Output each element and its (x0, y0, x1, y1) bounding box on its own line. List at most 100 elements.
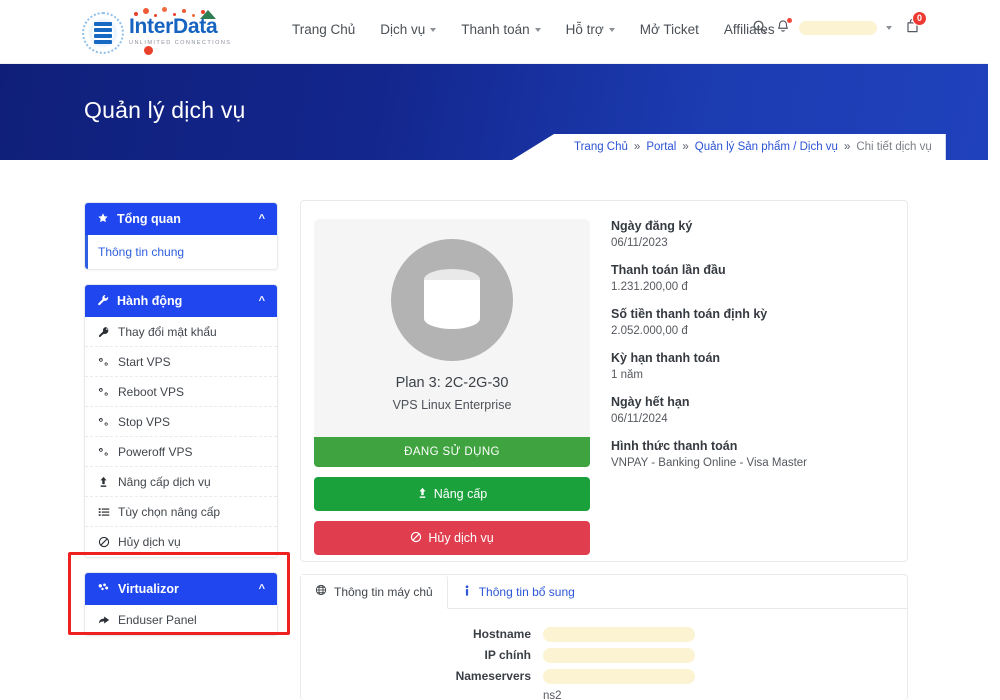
sidebar-section-title: Hành động (117, 294, 183, 308)
sidebar-item-poweroff-vps[interactable]: Poweroff VPS (85, 437, 277, 467)
nav-label: Dịch vụ (380, 22, 426, 37)
sidebar-section-virtualizor-header[interactable]: Virtualizor ^ (85, 573, 277, 605)
breadcrumb-item-products[interactable]: Quản lý Sản phẩm / Dịch vụ (695, 141, 838, 153)
nameserver-primary (543, 669, 695, 687)
product-image-box: Plan 3: 2C-2G-30 VPS Linux Enterprise (314, 219, 590, 437)
detail-value-expiry-date: 06/11/2024 (611, 413, 668, 425)
sidebar-item-label: Poweroff VPS (118, 444, 193, 459)
sidebar-item-start-vps[interactable]: Start VPS (85, 347, 277, 377)
sidebar-item-upgrade-options[interactable]: Tùy chọn nâng cấp (85, 497, 277, 527)
logo-dot-icon (144, 46, 153, 55)
detail-value-first-payment: 1.231.200,00 đ (611, 281, 688, 293)
detail-label-first-payment: Thanh toán lần đầu (611, 263, 726, 277)
detail-value-recurring-amount: 2.052.000,00 đ (611, 325, 688, 337)
chevron-down-icon (608, 27, 615, 32)
server-info-card: Thông tin máy chủ Thông tin bổ sung Host… (300, 574, 908, 700)
sidebar-item-enduser-panel[interactable]: Enduser Panel (85, 605, 277, 635)
product-summary: Plan 3: 2C-2G-30 VPS Linux Enterprise ĐA… (314, 219, 590, 555)
chevron-up-icon[interactable]: ^ (259, 295, 265, 307)
chevron-up-icon[interactable]: ^ (259, 583, 265, 595)
wrench-icon (97, 294, 109, 309)
server-info-fields: Hostname IP chính Nameservers ns2 (301, 609, 907, 700)
detail-label-billing-cycle: Kỳ hạn thanh toán (611, 351, 721, 365)
cancel-button-label: Hủy dịch vụ (428, 531, 494, 545)
status-badge: ĐANG SỬ DỤNG (314, 437, 590, 467)
key-icon (97, 326, 110, 338)
sidebar-item-label: Thay đổi mật khẩu (118, 324, 217, 339)
breadcrumb: Trang Chủ » Portal » Quản lý Sản phẩm / … (512, 134, 946, 160)
sidebar-item-upgrade-service[interactable]: Nâng cấp dịch vụ (85, 467, 277, 497)
top-navigation-bar: InterData UNLIMITED CONNECTIONS Trang Ch… (0, 0, 988, 64)
share-icon (97, 614, 110, 626)
breadcrumb-item-home[interactable]: Trang Chủ (574, 141, 628, 153)
nav-item-home[interactable]: Trang Chủ (292, 22, 355, 37)
breadcrumb-separator: » (682, 141, 689, 153)
cogs-icon (97, 386, 110, 398)
sidebar-item-label: Tùy chọn nâng cấp (118, 504, 221, 519)
field-value-hostname (543, 627, 695, 645)
sidebar-item-reboot-vps[interactable]: Reboot VPS (85, 377, 277, 407)
tab-additional-info[interactable]: Thông tin bổ sung (448, 575, 589, 609)
tab-label: Thông tin bổ sung (478, 585, 575, 599)
tab-label: Thông tin máy chủ (334, 584, 433, 599)
nav-label: Trang Chủ (292, 22, 356, 37)
cogs-icon (97, 416, 110, 428)
sidebar-item-general-info[interactable]: Thông tin chung (85, 235, 277, 269)
database-icon (391, 239, 513, 361)
sidebar-item-label: Thông tin chung (98, 245, 185, 259)
sidebar-section-actions-header[interactable]: Hành động ^ (85, 285, 277, 317)
chevron-down-icon (534, 27, 541, 32)
nav-label: Hỗ trợ (565, 22, 604, 37)
product-line-name: VPS Linux Enterprise (392, 398, 512, 412)
bell-icon[interactable] (776, 17, 792, 38)
site-logo[interactable]: InterData UNLIMITED CONNECTIONS (82, 7, 232, 56)
detail-label-expiry-date: Ngày hết hạn (611, 395, 690, 409)
upgrade-button[interactable]: Nâng cấp (314, 477, 590, 511)
cart-icon[interactable]: 0 (905, 11, 927, 38)
nav-item-open-ticket[interactable]: Mở Ticket (640, 22, 699, 37)
field-label-hostname: Hostname (472, 627, 531, 641)
sidebar-section-overview-body: Thông tin chung (85, 235, 277, 269)
sidebar-item-label: Stop VPS (118, 414, 171, 429)
main-menu: Trang Chủ Dịch vụ Thanh toán Hỗ trợ Mở T… (292, 22, 775, 37)
logo-tagline: UNLIMITED CONNECTIONS (129, 40, 232, 46)
nav-label: Thanh toán (461, 22, 530, 37)
page-title: Quản lý dịch vụ (84, 97, 246, 123)
detail-label-recurring-amount: Số tiền thanh toán định kỳ (611, 307, 768, 321)
nameserver-secondary: ns2 (543, 690, 562, 700)
sidebar-item-label: Start VPS (118, 354, 171, 369)
breadcrumb-item-portal[interactable]: Portal (646, 141, 676, 153)
sidebar-item-label: Reboot VPS (118, 384, 185, 399)
field-value-main-ip (543, 648, 695, 666)
tab-bar: Thông tin máy chủ Thông tin bổ sung (301, 575, 907, 609)
service-sidebar: Tổng quan ^ Thông tin chung Hành động ^ (84, 202, 278, 650)
arrow-up-icon (97, 476, 110, 488)
nav-item-support[interactable]: Hỗ trợ (566, 22, 615, 37)
nav-item-services[interactable]: Dịch vụ (380, 22, 437, 37)
chevron-down-icon[interactable] (886, 26, 892, 30)
logo-server-icon (82, 12, 124, 54)
page-root: InterData UNLIMITED CONNECTIONS Trang Ch… (0, 0, 1000, 700)
ban-icon (97, 536, 110, 548)
chevron-up-icon[interactable]: ^ (259, 213, 265, 225)
nav-item-payments[interactable]: Thanh toán (461, 22, 541, 37)
sidebar-section-virtualizor: Virtualizor ^ Enduser Panel (84, 572, 278, 636)
cart-count-badge: 0 (912, 11, 927, 26)
globe-icon (315, 584, 327, 599)
sidebar-item-label: Nâng cấp dịch vụ (118, 474, 211, 489)
tab-server-info[interactable]: Thông tin máy chủ (301, 575, 448, 609)
sidebar-item-stop-vps[interactable]: Stop VPS (85, 407, 277, 437)
sidebar-section-title: Virtualizor (118, 582, 179, 596)
sidebar-item-label: Hủy dịch vụ (118, 535, 181, 549)
sidebar-item-cancel-service[interactable]: Hủy dịch vụ (85, 527, 277, 557)
detail-label-payment-method: Hình thức thanh toán (611, 439, 738, 453)
cancel-service-button[interactable]: Hủy dịch vụ (314, 521, 590, 555)
field-label-main-ip: IP chính (484, 648, 531, 662)
account-menu[interactable] (799, 21, 877, 35)
sidebar-item-label: Enduser Panel (118, 613, 197, 627)
sidebar-section-overview-header[interactable]: Tổng quan ^ (85, 203, 277, 235)
sidebar-section-title: Tổng quan (117, 212, 181, 226)
sidebar-item-change-password[interactable]: Thay đổi mật khẩu (85, 317, 277, 347)
search-icon[interactable] (752, 19, 767, 38)
field-row-main-ip: IP chính (301, 648, 907, 666)
